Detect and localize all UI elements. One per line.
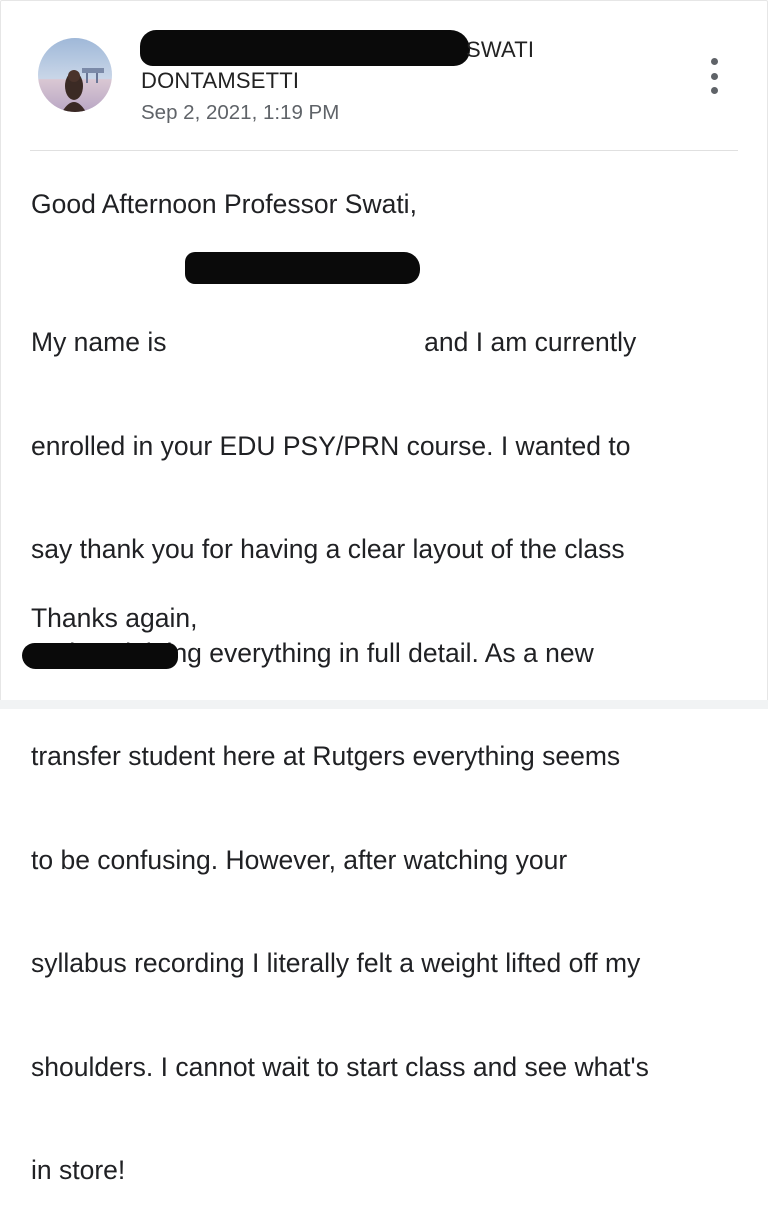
email-paragraph: My name is and I am currently enrolled i… xyxy=(31,256,649,1222)
avatar-photo-icon xyxy=(38,38,112,112)
paragraph-line: My name is and I am currently xyxy=(31,327,637,357)
paragraph-line: to be confusing. However, after watching… xyxy=(31,844,568,875)
paragraph-line: say thank you for having a clear layout … xyxy=(31,534,625,564)
header-divider xyxy=(30,150,738,151)
more-vert-icon[interactable] xyxy=(700,56,728,96)
sender-name-part1: SWATI xyxy=(466,37,535,62)
paragraph-line: transfer student here at Rutgers everyth… xyxy=(31,741,621,771)
menu-dot xyxy=(710,72,718,80)
menu-dot xyxy=(710,87,718,94)
email-signoff: Thanks again, xyxy=(31,603,198,633)
bottom-bar xyxy=(0,700,768,709)
paragraph-line: shoulders. I cannot wait to start class … xyxy=(31,1051,649,1082)
email-timestamp: Sep 2, 2021, 1:19 PM xyxy=(141,101,340,124)
paragraph-line: in store! xyxy=(31,1155,126,1185)
menu-dot xyxy=(710,58,718,65)
redacted-sender-name xyxy=(140,30,470,66)
email-greeting: Good Afternoon Professor Swati, xyxy=(31,189,417,219)
sender-avatar[interactable] xyxy=(38,38,112,112)
redacted-student-name xyxy=(185,252,420,284)
sender-name-part2: DONTAMSETTI xyxy=(141,68,300,93)
paragraph-line: enrolled in your EDU PSY/PRN course. I w… xyxy=(31,430,631,461)
redacted-signature xyxy=(22,643,178,669)
paragraph-line: syllabus recording I literally felt a we… xyxy=(31,948,641,978)
